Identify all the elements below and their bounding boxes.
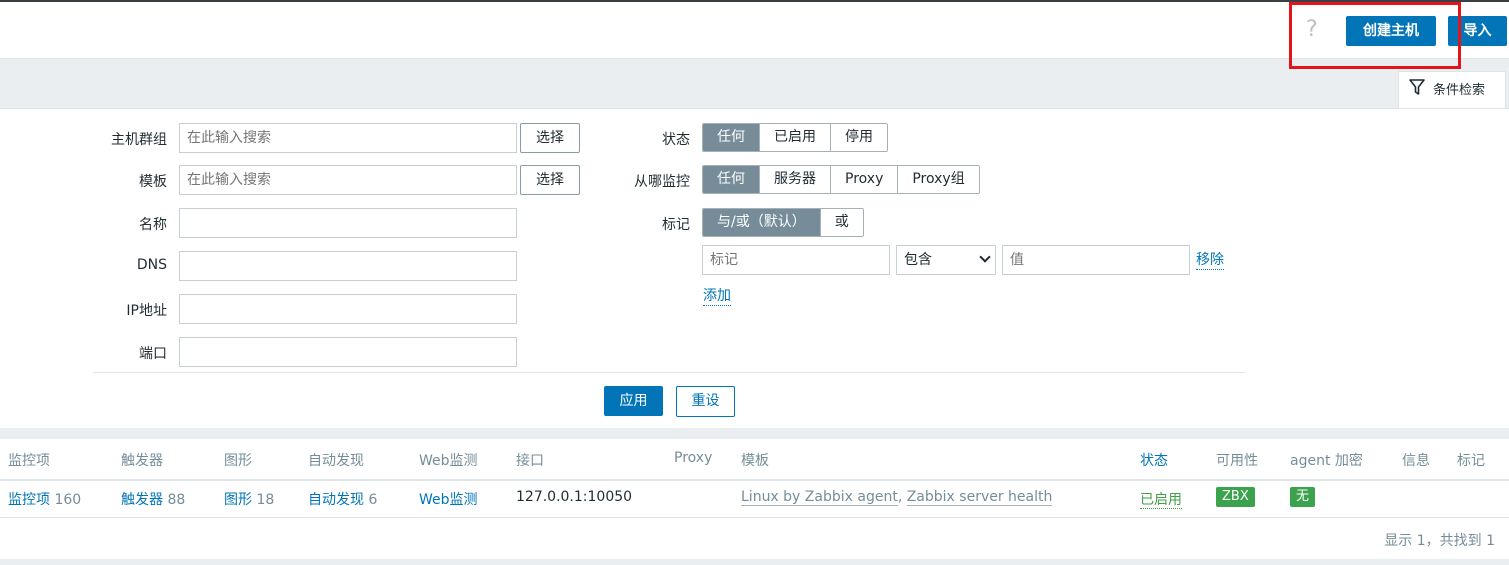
- tags-label: 标记: [662, 217, 690, 233]
- tags-option-and-or[interactable]: 与/或（默认）: [703, 209, 821, 236]
- items-count: 160: [54, 492, 82, 508]
- filter-panel: 主机群组 选择 模板 选择 名称 DNS IP地址 端口 状态 任何 已启用 停…: [0, 108, 1509, 428]
- ip-label: IP地址: [126, 303, 167, 319]
- templates-label: 模板: [139, 174, 167, 190]
- column-templates: 模板: [741, 453, 769, 469]
- discovery-cell: 自动发现 6: [308, 489, 377, 509]
- template-link-linux[interactable]: Linux by Zabbix agent: [741, 489, 898, 506]
- column-interface: 接口: [516, 453, 544, 469]
- monitored-by-option-proxy[interactable]: Proxy: [831, 166, 899, 193]
- filter-icon: [1409, 79, 1425, 95]
- dns-label: DNS: [136, 257, 167, 273]
- monitored-by-option-proxy-group[interactable]: Proxy组: [898, 166, 979, 193]
- filter-tab-label: 条件检索: [1433, 83, 1486, 98]
- templates-cell: Linux by Zabbix agent, Zabbix server hea…: [741, 489, 1053, 506]
- graphs-link[interactable]: 图形: [224, 492, 252, 508]
- host-groups-label: 主机群组: [111, 132, 167, 148]
- column-graphs: 图形: [224, 453, 252, 469]
- discovery-link[interactable]: 自动发现: [308, 492, 364, 508]
- monitored-by-option-any[interactable]: 任何: [703, 166, 760, 193]
- port-input[interactable]: [179, 337, 517, 367]
- encryption-badge: 无: [1290, 487, 1316, 507]
- tags-option-or[interactable]: 或: [820, 209, 863, 236]
- host-groups-select-button[interactable]: 选择: [520, 123, 580, 153]
- column-availability: 可用性: [1216, 453, 1258, 469]
- column-encryption: agent 加密: [1290, 453, 1363, 469]
- triggers-link[interactable]: 触发器: [121, 492, 163, 508]
- web-link[interactable]: Web监测: [419, 492, 478, 508]
- interface-cell: 127.0.0.1:10050: [516, 489, 633, 505]
- column-status[interactable]: 状态: [1140, 450, 1168, 470]
- reset-button[interactable]: 重设: [676, 386, 735, 417]
- status-link[interactable]: 已启用: [1140, 492, 1182, 509]
- name-input[interactable]: [179, 208, 517, 238]
- column-triggers: 触发器: [121, 453, 163, 469]
- triggers-cell: 触发器 88: [121, 489, 185, 509]
- ip-input[interactable]: [179, 294, 517, 324]
- tag-operator-value: 包含: [904, 252, 932, 268]
- templates-select-button[interactable]: 选择: [520, 165, 580, 195]
- import-button[interactable]: 导入: [1448, 16, 1507, 46]
- name-label: 名称: [139, 217, 167, 233]
- header-divider: [0, 479, 1509, 481]
- items-link[interactable]: 监控项: [8, 492, 50, 508]
- result-count: 显示 1，共找到 1: [1384, 533, 1495, 549]
- tags-evaltype-segmented: 与/或（默认） 或: [702, 208, 864, 237]
- triggers-count: 88: [167, 492, 186, 508]
- column-proxy: Proxy: [674, 450, 713, 466]
- graphs-count: 18: [256, 492, 275, 508]
- status-option-disabled[interactable]: 停用: [831, 124, 887, 151]
- monitored-by-option-server[interactable]: 服务器: [760, 166, 831, 193]
- filter-divider: [93, 372, 1245, 373]
- web-cell: Web监测: [419, 489, 478, 509]
- tag-add-link[interactable]: 添加: [703, 287, 731, 306]
- create-host-button[interactable]: 创建主机: [1346, 16, 1436, 46]
- monitored-by-label: 从哪监控: [634, 174, 690, 190]
- hosts-table: 监控项 触发器 图形 自动发现 Web监测 接口 Proxy 模板 状态 可用性…: [0, 439, 1509, 559]
- page-header: ? 创建主机 导入: [0, 2, 1509, 59]
- template-separator: ,: [897, 489, 903, 505]
- availability-badge: ZBX: [1216, 487, 1255, 507]
- status-cell: 已启用: [1140, 489, 1182, 509]
- column-tags: 标记: [1457, 453, 1485, 469]
- dns-input[interactable]: [179, 251, 517, 281]
- column-web: Web监测: [419, 453, 478, 469]
- port-label: 端口: [139, 346, 167, 362]
- column-discovery: 自动发现: [308, 453, 364, 469]
- apply-button[interactable]: 应用: [604, 386, 663, 416]
- status-option-enabled[interactable]: 已启用: [760, 124, 831, 151]
- chevron-down-icon: [979, 251, 991, 263]
- graphs-cell: 图形 18: [224, 489, 274, 509]
- monitored-by-segmented: 任何 服务器 Proxy Proxy组: [702, 165, 980, 194]
- items-cell: 监控项 160: [8, 489, 81, 509]
- row-divider: [0, 517, 1509, 518]
- status-label: 状态: [662, 132, 690, 148]
- help-icon[interactable]: ?: [1306, 17, 1318, 42]
- template-link-server-health[interactable]: Zabbix server health: [906, 489, 1053, 506]
- tag-remove-link[interactable]: 移除: [1196, 251, 1224, 270]
- tag-value-input[interactable]: [1002, 245, 1190, 275]
- column-items: 监控项: [8, 453, 50, 469]
- host-groups-input[interactable]: [179, 123, 517, 153]
- tag-operator-select[interactable]: 包含: [896, 245, 996, 275]
- status-segmented: 任何 已启用 停用: [702, 123, 888, 152]
- discovery-count: 6: [368, 492, 378, 508]
- filter-tab[interactable]: 条件检索: [1398, 71, 1506, 109]
- status-option-any[interactable]: 任何: [703, 124, 760, 151]
- column-info: 信息: [1402, 453, 1430, 469]
- templates-input[interactable]: [179, 165, 517, 195]
- tag-name-input[interactable]: [702, 245, 890, 275]
